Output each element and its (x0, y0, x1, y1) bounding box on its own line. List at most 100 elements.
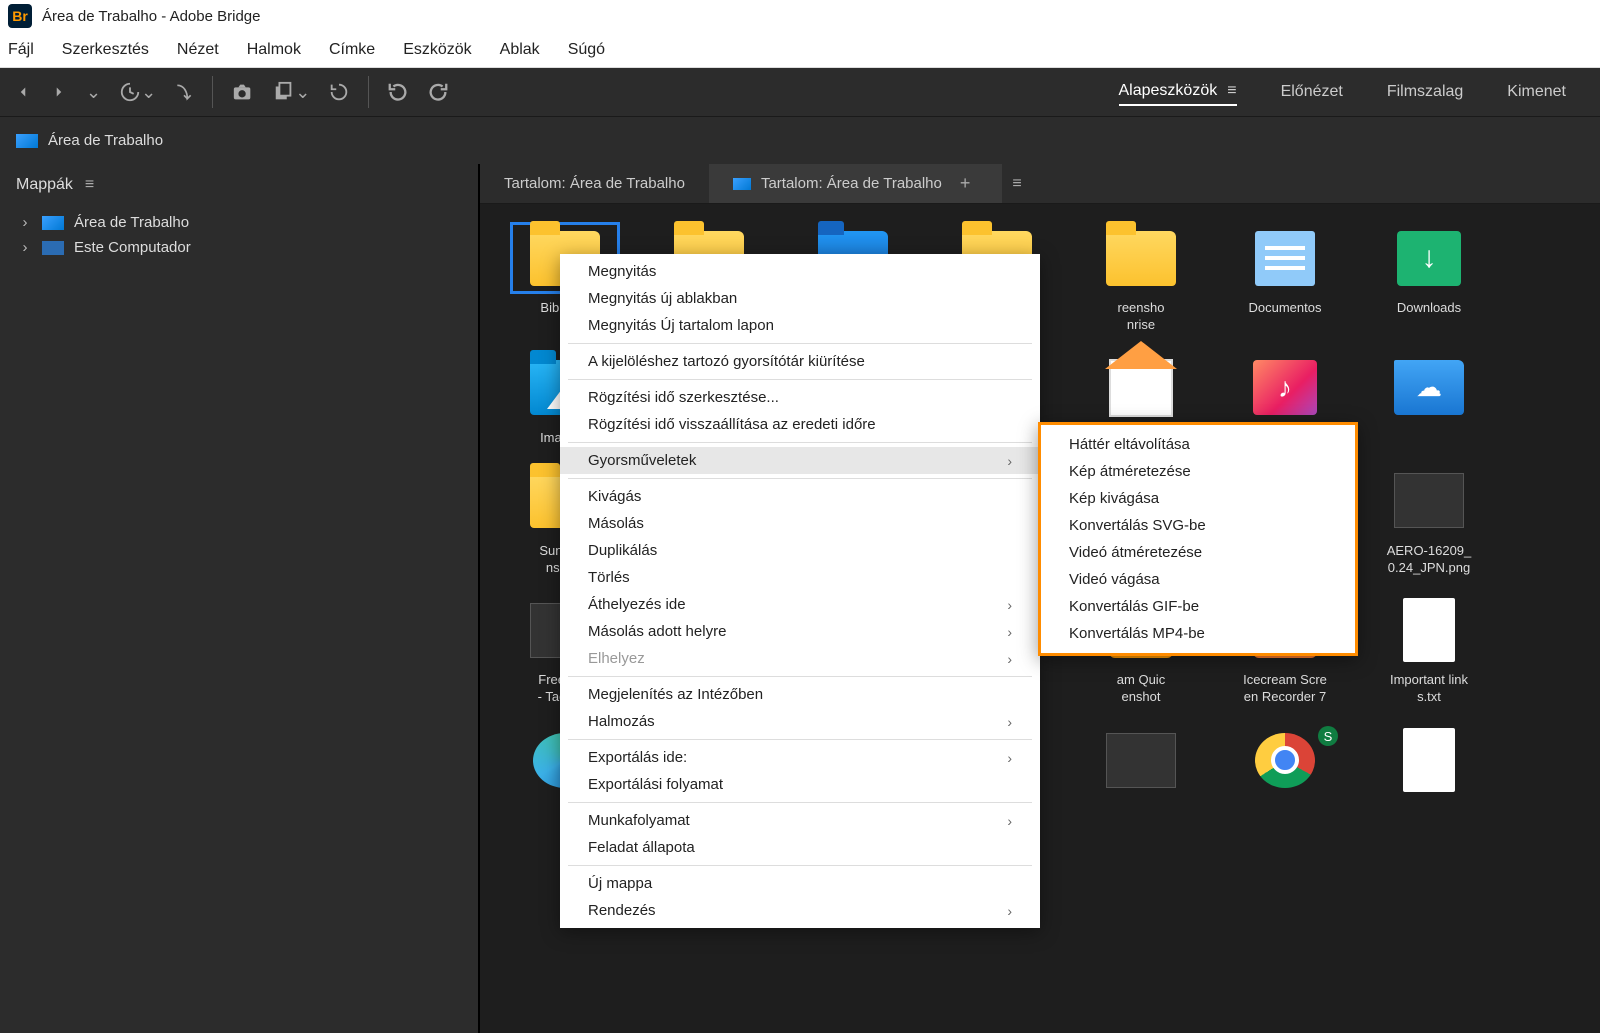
ctx-item[interactable]: Rendezés› (560, 897, 1040, 924)
computer-icon (42, 241, 64, 255)
file-icon (1403, 598, 1455, 662)
submenu-item[interactable]: Konvertálás MP4-be (1041, 620, 1355, 647)
ctx-item[interactable]: Feladat állapota (560, 834, 1040, 861)
ctx-item[interactable]: Áthelyezés ide› (560, 591, 1040, 618)
ctx-item[interactable]: Megnyitás Új tartalom lapon (560, 312, 1040, 339)
image-icon (1106, 733, 1176, 788)
ctx-item[interactable]: Exportálás ide:› (560, 744, 1040, 771)
image-thumb[interactable]: AERO-16209_ 0.24_JPN.png (1364, 465, 1494, 577)
ctx-item[interactable]: Munkafolyamat› (560, 807, 1040, 834)
content-tab-2[interactable]: Tartalom: Área de Trabalho + (709, 164, 1002, 203)
ctx-item[interactable]: Kivágás (560, 483, 1040, 510)
titlebar: Br Área de Trabalho - Adobe Bridge (0, 0, 1600, 32)
content-tabs: Tartalom: Área de Trabalho Tartalom: Áre… (480, 164, 1600, 204)
context-menu[interactable]: MegnyitásMegnyitás új ablakbanMegnyitás … (560, 254, 1040, 928)
folder-thumb[interactable]: reensho nrise (1076, 222, 1206, 334)
menu-edit[interactable]: Szerkesztés (62, 41, 149, 59)
toolbar: ⌄ ⌄ ⌄ Alapeszközök≡ Előnézet Filmszalag … (0, 68, 1600, 116)
breadcrumb-item[interactable]: Área de Trabalho (48, 132, 163, 149)
camera-import-button[interactable] (231, 81, 255, 103)
rotate-ccw-button[interactable] (387, 81, 409, 103)
text-file-thumb[interactable]: Important link s.txt (1364, 594, 1494, 706)
ctx-item[interactable]: Exportálási folyamat (560, 771, 1040, 798)
menu-view[interactable]: Nézet (177, 41, 219, 59)
app-icon: Br (8, 4, 32, 28)
music-icon: ♪ (1253, 360, 1317, 415)
menubar: Fájl Szerkesztés Nézet Halmok Címke Eszk… (0, 32, 1600, 68)
folders-panel: Mappák ≡ › Área de Trabalho › Este Compu… (0, 164, 480, 1033)
tree-item-computer[interactable]: › Este Computador (16, 235, 462, 260)
submenu-item[interactable]: Konvertálás SVG-be (1041, 512, 1355, 539)
menu-help[interactable]: Súgó (568, 41, 605, 59)
desktop-folder-icon (42, 216, 64, 230)
app-thumb[interactable]: S (1220, 724, 1350, 796)
nav-dropdown-button[interactable]: ⌄ (86, 82, 101, 103)
chrome-icon (1255, 733, 1315, 788)
tree-label: Este Computador (74, 239, 191, 256)
workspace-output[interactable]: Kimenet (1507, 79, 1566, 105)
submenu-item[interactable]: Háttér eltávolítása (1041, 431, 1355, 458)
menu-tools[interactable]: Eszközök (403, 41, 471, 59)
downloads-thumb[interactable]: ↓Downloads (1364, 222, 1494, 334)
workspace-menu-icon[interactable]: ≡ (1227, 82, 1236, 100)
submenu-item[interactable]: Videó vágása (1041, 566, 1355, 593)
tree-label: Área de Trabalho (74, 214, 189, 231)
chevron-right-icon[interactable]: › (18, 214, 32, 231)
breadcrumb: Área de Trabalho (0, 116, 1600, 164)
quick-actions-submenu[interactable]: Háttér eltávolításaKép átméretezéseKép k… (1038, 422, 1358, 656)
folder-icon (1106, 231, 1176, 286)
tree-item-desktop[interactable]: › Área de Trabalho (16, 210, 462, 235)
nav-forward-button[interactable] (50, 83, 68, 101)
downloads-icon: ↓ (1397, 231, 1461, 286)
ctx-item[interactable]: Másolás (560, 510, 1040, 537)
ctx-item[interactable]: Rögzítési idő visszaállítása az eredeti … (560, 411, 1040, 438)
ctx-item[interactable]: Megnyitás új ablakban (560, 285, 1040, 312)
workspace-preview[interactable]: Előnézet (1281, 79, 1343, 105)
batch-button[interactable]: ⌄ (273, 81, 310, 103)
image-icon (1394, 473, 1464, 528)
history-button[interactable]: ⌄ (119, 81, 156, 103)
menu-label[interactable]: Címke (329, 41, 375, 59)
tab-menu-icon[interactable]: ≡ (1002, 164, 1031, 203)
documents-thumb[interactable]: Documentos (1220, 222, 1350, 334)
tab-label: Tartalom: Área de Trabalho (504, 175, 685, 192)
ctx-item[interactable]: Másolás adott helyre› (560, 618, 1040, 645)
submenu-item[interactable]: Kép átméretezése (1041, 458, 1355, 485)
panel-title: Mappák (16, 176, 73, 194)
ctx-item[interactable]: Gyorsműveletek› (560, 447, 1040, 474)
submenu-item[interactable]: Konvertálás GIF-be (1041, 593, 1355, 620)
refresh-button[interactable] (328, 81, 350, 103)
panel-menu-icon[interactable]: ≡ (85, 176, 94, 194)
menu-file[interactable]: Fájl (8, 41, 34, 59)
submenu-item[interactable]: Kép kivágása (1041, 485, 1355, 512)
ctx-item[interactable]: Törlés (560, 564, 1040, 591)
boomerang-button[interactable] (174, 82, 194, 102)
menu-stacks[interactable]: Halmok (247, 41, 301, 59)
nav-back-button[interactable] (14, 83, 32, 101)
ctx-item[interactable]: A kijelöléshez tartozó gyorsítótár kiürí… (560, 348, 1040, 375)
image-thumb[interactable] (1076, 724, 1206, 796)
ctx-item[interactable]: Megnyitás (560, 258, 1040, 285)
content-tab-1[interactable]: Tartalom: Área de Trabalho (480, 164, 709, 203)
badge-s-icon: S (1318, 726, 1338, 746)
workspace-essentials[interactable]: Alapeszközök≡ (1119, 78, 1237, 106)
desktop-folder-icon (733, 178, 751, 190)
ctx-item[interactable]: Rögzítési idő szerkesztése... (560, 384, 1040, 411)
desktop-icon (16, 134, 38, 148)
ctx-item[interactable]: Új mappa (560, 870, 1040, 897)
cloud-icon: ☁ (1394, 360, 1464, 415)
submenu-item[interactable]: Videó átméretezése (1041, 539, 1355, 566)
menu-window[interactable]: Ablak (500, 41, 540, 59)
home-icon (1109, 359, 1173, 417)
file-icon (1403, 728, 1455, 792)
ctx-item[interactable]: Duplikálás (560, 537, 1040, 564)
ctx-item[interactable]: Megjelenítés az Intézőben (560, 681, 1040, 708)
ctx-item[interactable]: Halmozás› (560, 708, 1040, 735)
window-title: Área de Trabalho - Adobe Bridge (42, 8, 260, 25)
tab-add-button[interactable]: + (952, 173, 979, 194)
file-thumb[interactable] (1364, 724, 1494, 796)
workspace-filmstrip[interactable]: Filmszalag (1387, 79, 1463, 105)
rotate-cw-button[interactable] (427, 81, 449, 103)
chevron-right-icon[interactable]: › (18, 239, 32, 256)
cloud-thumb[interactable]: ☁ (1364, 352, 1494, 447)
